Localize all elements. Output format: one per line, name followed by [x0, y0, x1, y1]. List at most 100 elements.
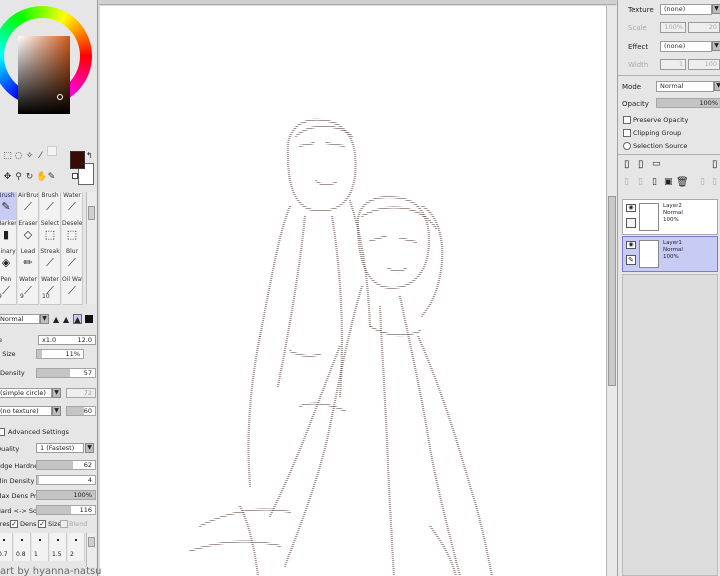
color-picker-marker[interactable]	[57, 94, 63, 100]
layer-extra-icon[interactable]: ▯	[700, 177, 705, 187]
new-linework-layer-icon[interactable]: ▯	[638, 159, 644, 170]
apply-mask-icon[interactable]: ▣	[664, 177, 673, 187]
move-icon[interactable]: ✥	[3, 173, 12, 182]
saturation-value-square[interactable]	[18, 36, 70, 114]
brush-tool-7[interactable]: Deselect⬚	[62, 220, 83, 249]
size-preset-scroll-thumb[interactable]	[88, 537, 95, 547]
hand-swatch[interactable]	[47, 146, 57, 156]
chevron-down-icon[interactable]: ▼	[712, 4, 720, 14]
shape-triangle-soft-icon[interactable]: ▲	[53, 315, 59, 324]
blend-mode-select[interactable]: Normal	[0, 314, 40, 324]
chevron-down-icon[interactable]: ▼	[85, 443, 94, 453]
brush-tool-1[interactable]: AirBrush⟋	[18, 192, 39, 221]
panel-menu-icon[interactable]: ▯	[712, 159, 718, 170]
scale-field[interactable]: 100%	[660, 22, 686, 33]
brush-tool-10[interactable]: Streak ⟋	[40, 248, 61, 277]
blend-checkbox[interactable]	[60, 520, 68, 528]
brush-tool-14[interactable]: Water ⟋ 10	[40, 276, 61, 305]
layer-opacity-slider[interactable]: 100%	[656, 98, 720, 108]
brush-tool-9[interactable]: Lead ✏	[18, 248, 39, 277]
width-number[interactable]: 100	[688, 59, 720, 70]
eye-icon[interactable]: ◉	[626, 204, 636, 212]
transfer-down-icon[interactable]: ▯	[624, 177, 629, 187]
brush-shape-select[interactable]: (simple circle)	[0, 388, 52, 398]
effect-select[interactable]: (none)	[660, 41, 712, 52]
clear-layer-icon[interactable]: ▯	[652, 177, 657, 187]
texture-select[interactable]: (none)	[660, 4, 712, 15]
merge-down-icon[interactable]: ▯	[638, 177, 643, 187]
shape-selected-icon[interactable]: ▲	[73, 314, 82, 324]
new-folder-icon[interactable]: ▭	[652, 159, 661, 169]
pencil-icon[interactable]: ✎	[626, 255, 636, 265]
brush-grid-scrollbar[interactable]	[86, 192, 96, 304]
layer-extra-icon-2[interactable]: ▯	[712, 177, 717, 187]
brush-tool-2[interactable]: Brush ⟋	[40, 192, 61, 221]
eye-icon[interactable]: ◉	[626, 241, 636, 249]
brush-tool-11[interactable]: Blur ⟋	[62, 248, 83, 277]
shape-square-icon[interactable]	[85, 315, 93, 323]
brush-tool-5[interactable]: Eraser ◇	[18, 220, 39, 249]
brush-size-field[interactable]: x1.0 12.0	[38, 335, 96, 345]
edge-hardness-slider[interactable]: 62	[36, 460, 96, 470]
eyedropper-icon[interactable]: ⁄	[36, 152, 45, 161]
canvas-scroll-thumb[interactable]	[608, 196, 616, 386]
brush-tool-13[interactable]: Water ⟋ 9	[18, 276, 39, 305]
brush-tool-12[interactable]: Pen⟋9	[0, 276, 17, 305]
brush-tool-3[interactable]: Water ⟋	[62, 192, 83, 221]
brush-tool-4[interactable]: Marker▮	[0, 220, 17, 249]
zoom-icon[interactable]: ⚲	[14, 173, 23, 182]
size-preset[interactable]: 0.7	[0, 533, 13, 561]
max-dens-prs-slider[interactable]: 100%	[36, 490, 96, 500]
chevron-down-icon[interactable]: ▼	[52, 406, 61, 416]
shape-triangle-icon[interactable]: ▲	[63, 315, 69, 324]
brush-grid-scroll-thumb[interactable]	[88, 206, 95, 220]
brush-tool-0[interactable]: Brush✎	[0, 192, 17, 221]
density-slider[interactable]: 57	[36, 368, 96, 378]
rotate-icon[interactable]: ↻	[25, 173, 34, 182]
layer-item-selected[interactable]: ◉ ✎ Layer1 Normal 100%	[622, 236, 718, 272]
chevron-down-icon[interactable]: ▼	[712, 41, 720, 51]
brush-texture-select[interactable]: (no texture)	[0, 406, 52, 416]
size-preset[interactable]: 0.8	[14, 533, 31, 561]
drawing-canvas[interactable]	[100, 6, 606, 576]
foreground-color-swatch[interactable]	[70, 151, 85, 169]
layer-mode-select[interactable]: Normal	[656, 81, 714, 92]
swap-colors-icon[interactable]: ↰	[86, 151, 93, 160]
size-preset-scrollbar[interactable]	[86, 533, 96, 567]
hard-soft-slider[interactable]: 116	[36, 505, 96, 515]
width-field[interactable]: 1	[660, 59, 686, 70]
texture-strength-slider[interactable]: 60	[66, 406, 96, 416]
size-checkbox[interactable]: ✓	[38, 520, 46, 528]
chevron-down-icon[interactable]: ▼	[52, 388, 61, 398]
preserve-opacity-checkbox[interactable]	[623, 116, 631, 124]
brush-tool-6[interactable]: Select ⬚	[40, 220, 61, 249]
chevron-down-icon[interactable]: ▼	[40, 314, 49, 324]
magic-wand-icon[interactable]: ✧	[25, 152, 34, 161]
min-size-slider[interactable]: 11%	[36, 349, 84, 359]
brush-tool-label: Water	[19, 276, 37, 283]
brush-tool-8[interactable]: Binary◈	[0, 248, 17, 277]
new-layer-icon[interactable]: ▯	[624, 159, 630, 170]
min-density-slider[interactable]: 4	[36, 475, 96, 485]
advanced-settings-checkbox[interactable]	[0, 428, 5, 436]
clipping-group-checkbox[interactable]	[623, 129, 631, 137]
chevron-down-icon[interactable]: ▼	[714, 81, 720, 91]
scale-number[interactable]: 20	[688, 22, 720, 33]
size-preset[interactable]: 2	[68, 533, 85, 561]
dens-checkbox[interactable]: ✓	[10, 520, 18, 528]
selection-source-radio[interactable]	[623, 142, 631, 150]
canvas-vertical-scrollbar[interactable]	[606, 6, 617, 576]
size-preset[interactable]: 1	[32, 533, 49, 561]
shape-strength-slider[interactable]: 72	[66, 388, 96, 398]
hand-icon[interactable]: ✋	[36, 173, 47, 182]
trash-icon[interactable]: 🗑	[676, 177, 689, 188]
lock-toggle-icon[interactable]	[626, 218, 636, 228]
dropper-icon[interactable]: ✎	[47, 173, 56, 182]
layer-item[interactable]: ◉ Layer2 Normal 100%	[622, 199, 718, 235]
selection-rect-icon[interactable]: ⬚	[3, 152, 12, 161]
transparent-color-icon[interactable]	[72, 173, 78, 179]
quality-select[interactable]: 1 (Fastest)	[36, 443, 84, 453]
lasso-icon[interactable]: ◌	[14, 152, 23, 161]
brush-tool-15[interactable]: Oil Water⟋	[62, 276, 83, 305]
size-preset[interactable]: 1.5	[50, 533, 67, 561]
